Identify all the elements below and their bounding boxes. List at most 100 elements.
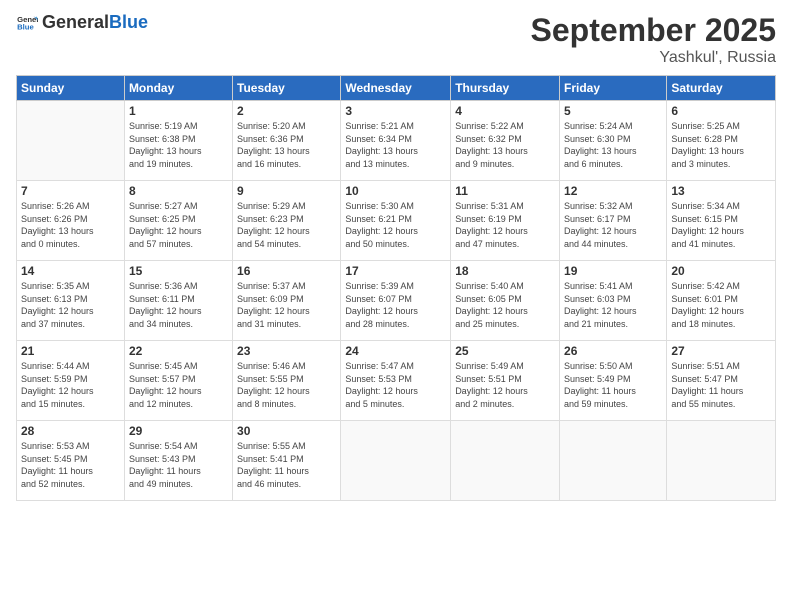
calendar-cell: 16 Sunrise: 5:37 AM Sunset: 6:09 PM Dayli… (233, 261, 341, 341)
day-info: Sunrise: 5:41 AM Sunset: 6:03 PM Dayligh… (564, 280, 662, 330)
calendar-cell: 12 Sunrise: 5:32 AM Sunset: 6:17 PM Dayli… (560, 181, 667, 261)
day-info: Sunrise: 5:22 AM Sunset: 6:32 PM Dayligh… (455, 120, 555, 170)
calendar-cell (17, 101, 125, 181)
day-number: 4 (455, 104, 555, 118)
calendar-cell: 21 Sunrise: 5:44 AM Sunset: 5:59 PM Dayli… (17, 341, 125, 421)
calendar-cell: 8Sunrise: 5:27 AM Sunset: 6:25 PM Daylig… (124, 181, 232, 261)
day-info: Sunrise: 5:27 AM Sunset: 6:25 PM Dayligh… (129, 200, 228, 250)
calendar-cell: 26 Sunrise: 5:50 AM Sunset: 5:49 PM Dayli… (560, 341, 667, 421)
calendar-cell: 24 Sunrise: 5:47 AM Sunset: 5:53 PM Dayli… (341, 341, 451, 421)
day-number: 27 (671, 344, 771, 358)
day-info: Sunrise: 5:54 AM Sunset: 5:43 PM Dayligh… (129, 440, 228, 490)
day-number: 5 (564, 104, 662, 118)
day-info: Sunrise: 5:25 AM Sunset: 6:28 PM Dayligh… (671, 120, 771, 170)
day-info: Sunrise: 5:32 AM Sunset: 6:17 PM Dayligh… (564, 200, 662, 250)
day-info: Sunrise: 5:37 AM Sunset: 6:09 PM Dayligh… (237, 280, 336, 330)
day-of-week-header: Wednesday (341, 76, 451, 101)
title-block: September 2025 Yashkul', Russia (531, 12, 776, 67)
day-number: 2 (237, 104, 336, 118)
calendar-cell: 6 Sunrise: 5:25 AM Sunset: 6:28 PM Daylig… (667, 101, 776, 181)
day-number: 26 (564, 344, 662, 358)
day-number: 13 (671, 184, 771, 198)
svg-text:Blue: Blue (17, 23, 34, 32)
day-number: 9 (237, 184, 336, 198)
day-number: 10 (345, 184, 446, 198)
calendar-cell: 23Sunrise: 5:46 AM Sunset: 5:55 PM Dayli… (233, 341, 341, 421)
day-info: Sunrise: 5:53 AM Sunset: 5:45 PM Dayligh… (21, 440, 120, 490)
day-info: Sunrise: 5:51 AM Sunset: 5:47 PM Dayligh… (671, 360, 771, 410)
calendar-cell: 13 Sunrise: 5:34 AM Sunset: 6:15 PM Dayli… (667, 181, 776, 261)
day-number: 1 (129, 104, 228, 118)
calendar-week-row: 1 Sunrise: 5:19 AM Sunset: 6:38 PM Daylig… (17, 101, 776, 181)
calendar-cell: 19Sunrise: 5:41 AM Sunset: 6:03 PM Dayli… (560, 261, 667, 341)
calendar-cell: 7Sunrise: 5:26 AM Sunset: 6:26 PM Daylig… (17, 181, 125, 261)
calendar-cell (560, 421, 667, 501)
day-info: Sunrise: 5:39 AM Sunset: 6:07 PM Dayligh… (345, 280, 446, 330)
day-info: Sunrise: 5:47 AM Sunset: 5:53 PM Dayligh… (345, 360, 446, 410)
calendar-cell: 17 Sunrise: 5:39 AM Sunset: 6:07 PM Dayli… (341, 261, 451, 341)
day-info: Sunrise: 5:40 AM Sunset: 6:05 PM Dayligh… (455, 280, 555, 330)
day-number: 7 (21, 184, 120, 198)
calendar-header-row: SundayMondayTuesdayWednesdayThursdayFrid… (17, 76, 776, 101)
day-of-week-header: Monday (124, 76, 232, 101)
day-number: 28 (21, 424, 120, 438)
day-number: 3 (345, 104, 446, 118)
calendar-week-row: 21 Sunrise: 5:44 AM Sunset: 5:59 PM Dayli… (17, 341, 776, 421)
day-info: Sunrise: 5:34 AM Sunset: 6:15 PM Dayligh… (671, 200, 771, 250)
day-number: 6 (671, 104, 771, 118)
day-info: Sunrise: 5:20 AM Sunset: 6:36 PM Dayligh… (237, 120, 336, 170)
calendar-cell: 20 Sunrise: 5:42 AM Sunset: 6:01 PM Dayli… (667, 261, 776, 341)
day-number: 18 (455, 264, 555, 278)
location-subtitle: Yashkul', Russia (531, 49, 776, 67)
calendar-cell: 14 Sunrise: 5:35 AM Sunset: 6:13 PM Dayli… (17, 261, 125, 341)
logo: General Blue GeneralBlue (16, 12, 148, 34)
day-number: 15 (129, 264, 228, 278)
day-info: Sunrise: 5:42 AM Sunset: 6:01 PM Dayligh… (671, 280, 771, 330)
calendar-cell: 1 Sunrise: 5:19 AM Sunset: 6:38 PM Daylig… (124, 101, 232, 181)
day-number: 22 (129, 344, 228, 358)
day-of-week-header: Sunday (17, 76, 125, 101)
logo-blue: Blue (109, 12, 148, 32)
day-info: Sunrise: 5:50 AM Sunset: 5:49 PM Dayligh… (564, 360, 662, 410)
day-info: Sunrise: 5:30 AM Sunset: 6:21 PM Dayligh… (345, 200, 446, 250)
day-info: Sunrise: 5:49 AM Sunset: 5:51 PM Dayligh… (455, 360, 555, 410)
day-of-week-header: Tuesday (233, 76, 341, 101)
calendar-week-row: 7Sunrise: 5:26 AM Sunset: 6:26 PM Daylig… (17, 181, 776, 261)
day-info: Sunrise: 5:21 AM Sunset: 6:34 PM Dayligh… (345, 120, 446, 170)
logo-icon: General Blue (16, 12, 38, 34)
day-info: Sunrise: 5:35 AM Sunset: 6:13 PM Dayligh… (21, 280, 120, 330)
day-number: 20 (671, 264, 771, 278)
logo-text: GeneralBlue (42, 13, 148, 33)
day-number: 17 (345, 264, 446, 278)
calendar-cell: 18 Sunrise: 5:40 AM Sunset: 6:05 PM Dayli… (451, 261, 560, 341)
day-number: 14 (21, 264, 120, 278)
page-header: General Blue GeneralBlue September 2025 … (16, 12, 776, 67)
day-number: 11 (455, 184, 555, 198)
day-info: Sunrise: 5:44 AM Sunset: 5:59 PM Dayligh… (21, 360, 120, 410)
day-number: 24 (345, 344, 446, 358)
calendar-cell (451, 421, 560, 501)
month-title: September 2025 (531, 12, 776, 49)
calendar-cell (667, 421, 776, 501)
calendar-cell: 30Sunrise: 5:55 AM Sunset: 5:41 PM Dayli… (233, 421, 341, 501)
day-of-week-header: Friday (560, 76, 667, 101)
logo-general: General (42, 12, 109, 32)
calendar-cell (341, 421, 451, 501)
calendar-cell: 27 Sunrise: 5:51 AM Sunset: 5:47 PM Dayli… (667, 341, 776, 421)
calendar-week-row: 28 Sunrise: 5:53 AM Sunset: 5:45 PM Dayli… (17, 421, 776, 501)
day-info: Sunrise: 5:19 AM Sunset: 6:38 PM Dayligh… (129, 120, 228, 170)
calendar-cell: 4 Sunrise: 5:22 AM Sunset: 6:32 PM Daylig… (451, 101, 560, 181)
day-info: Sunrise: 5:24 AM Sunset: 6:30 PM Dayligh… (564, 120, 662, 170)
day-number: 12 (564, 184, 662, 198)
calendar-cell: 5 Sunrise: 5:24 AM Sunset: 6:30 PM Daylig… (560, 101, 667, 181)
calendar-cell: 22 Sunrise: 5:45 AM Sunset: 5:57 PM Dayli… (124, 341, 232, 421)
day-info: Sunrise: 5:46 AM Sunset: 5:55 PM Dayligh… (237, 360, 336, 410)
calendar-cell: 3 Sunrise: 5:21 AM Sunset: 6:34 PM Daylig… (341, 101, 451, 181)
calendar-cell: 25Sunrise: 5:49 AM Sunset: 5:51 PM Dayli… (451, 341, 560, 421)
calendar-cell: 29Sunrise: 5:54 AM Sunset: 5:43 PM Dayli… (124, 421, 232, 501)
day-number: 21 (21, 344, 120, 358)
day-info: Sunrise: 5:45 AM Sunset: 5:57 PM Dayligh… (129, 360, 228, 410)
calendar-cell: 15Sunrise: 5:36 AM Sunset: 6:11 PM Dayli… (124, 261, 232, 341)
calendar-cell: 2 Sunrise: 5:20 AM Sunset: 6:36 PM Daylig… (233, 101, 341, 181)
day-number: 16 (237, 264, 336, 278)
